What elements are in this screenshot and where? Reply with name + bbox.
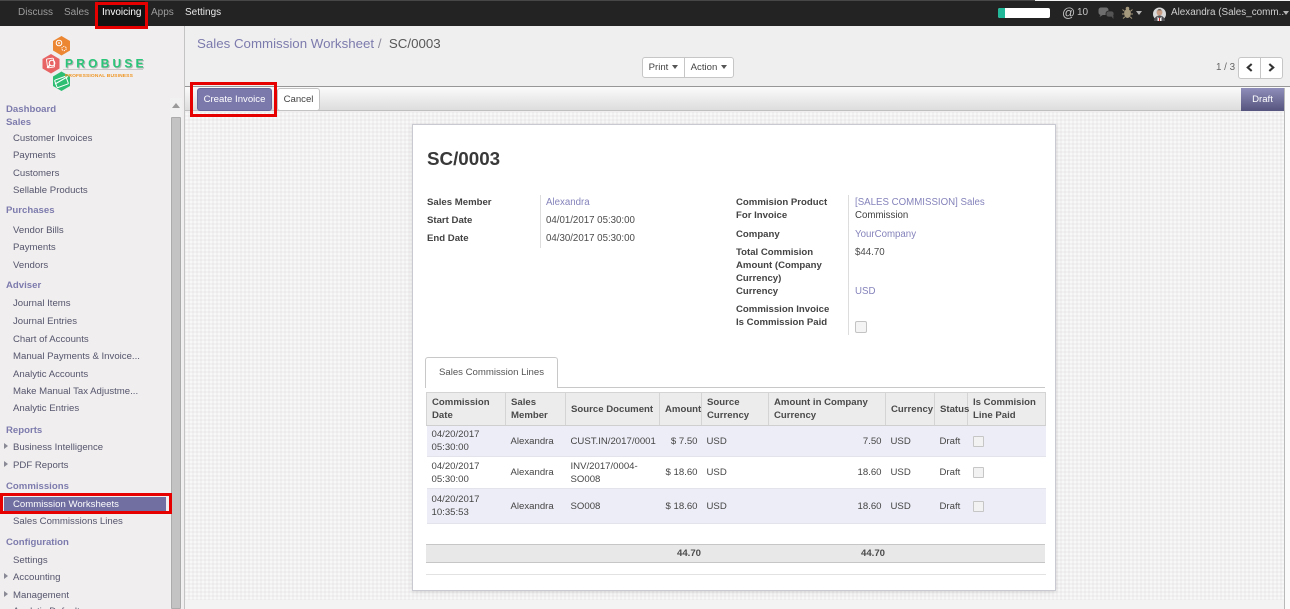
svg-text:PROBUSE: PROBUSE (65, 57, 147, 71)
svg-text:PROFESSIONAL BUSINESS: PROFESSIONAL BUSINESS (65, 73, 134, 79)
